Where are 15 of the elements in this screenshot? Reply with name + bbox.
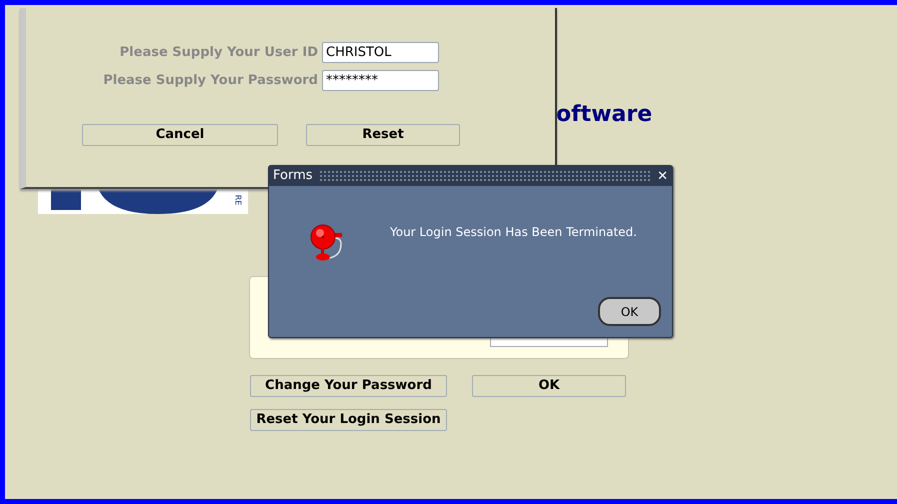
field-label: Please Supply Your Password (102, 72, 318, 90)
heading-text: oftware (556, 101, 652, 129)
cancel-button[interactable]: Cancel (82, 124, 278, 146)
dialog-title: Forms (273, 167, 313, 186)
reset-session-button[interactable]: Reset Your Login Session (250, 409, 447, 431)
user-id-field[interactable]: CHRISTOL (322, 42, 439, 63)
field-label: Please Supply Your User ID (118, 44, 318, 62)
close-button[interactable]: ✕ (657, 170, 668, 182)
ok-button[interactable]: OK (472, 375, 626, 397)
password-field[interactable]: ******** (322, 70, 439, 91)
ok-button[interactable]: OK (598, 297, 661, 326)
dialog-message: Your Login Session Has Been Terminated. (390, 224, 637, 241)
change-password-button[interactable]: Change Your Password (250, 375, 447, 397)
logo-text: RE (232, 194, 244, 206)
reset-button[interactable]: Reset (306, 124, 460, 146)
